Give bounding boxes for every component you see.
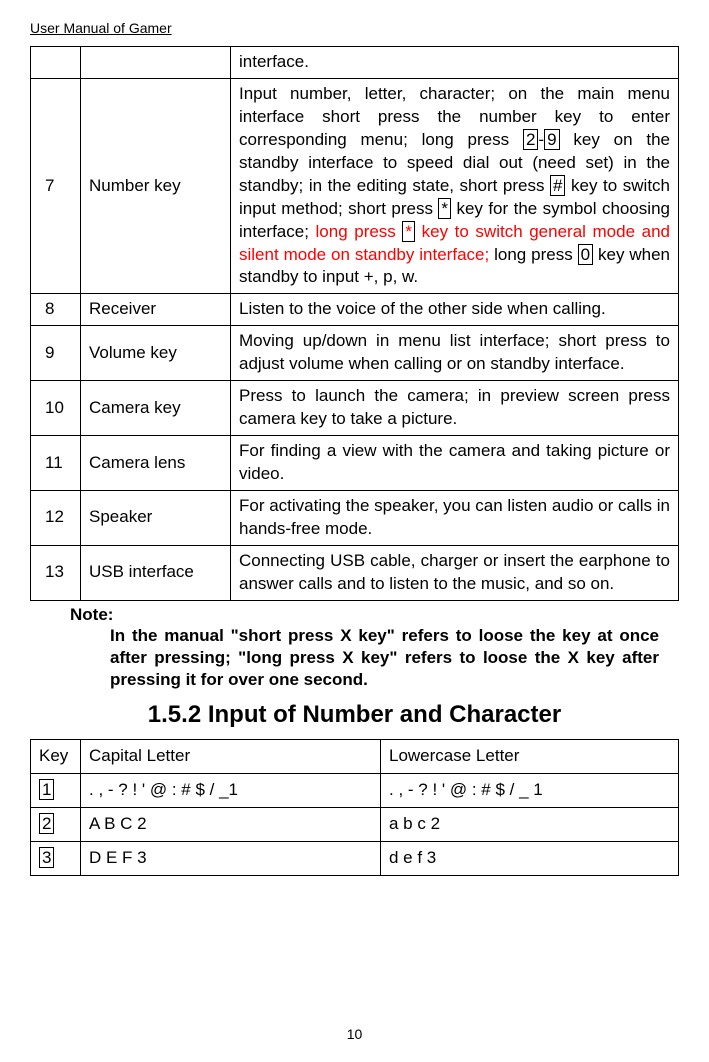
- note-label: Note:: [70, 605, 659, 625]
- section-heading: 1.5.2 Input of Number and Character: [30, 701, 679, 729]
- header-lowercase: Lowercase Letter: [381, 739, 679, 773]
- cell-capital: A B C 2: [81, 807, 381, 841]
- cell-num: 12: [31, 490, 81, 545]
- cell-name: [81, 47, 231, 79]
- cell-lowercase: d e f 3: [381, 841, 679, 875]
- boxed-key: #: [550, 175, 565, 196]
- cell-desc: Connecting USB cable, charger or insert …: [231, 545, 679, 600]
- cell-key: 2: [31, 807, 81, 841]
- cell-num: 8: [31, 294, 81, 326]
- boxed-key: *: [438, 198, 451, 219]
- red-text: long press: [316, 222, 403, 241]
- cell-desc: Listen to the voice of the other side wh…: [231, 294, 679, 326]
- cell-name: USB interface: [81, 545, 231, 600]
- boxed-key: 2: [39, 813, 54, 834]
- cell-num: 13: [31, 545, 81, 600]
- table-row: 10 Camera key Press to launch the camera…: [31, 381, 679, 436]
- header-capital: Capital Letter: [81, 739, 381, 773]
- document-header: User Manual of Gamer: [30, 20, 679, 38]
- cell-desc: Input number, letter, character; on the …: [231, 78, 679, 293]
- cell-desc: Press to launch the camera; in preview s…: [231, 381, 679, 436]
- cell-name: Speaker: [81, 490, 231, 545]
- cell-num: 7: [31, 78, 81, 293]
- table-row: 7 Number key Input number, letter, chara…: [31, 78, 679, 293]
- cell-num: 10: [31, 381, 81, 436]
- table-row: 8 Receiver Listen to the voice of the ot…: [31, 294, 679, 326]
- key-description-table: interface. 7 Number key Input number, le…: [30, 46, 679, 601]
- cell-name: Receiver: [81, 294, 231, 326]
- cell-key: 1: [31, 773, 81, 807]
- cell-name: Camera key: [81, 381, 231, 436]
- table-row: 9 Volume key Moving up/down in menu list…: [31, 326, 679, 381]
- cell-key: 3: [31, 841, 81, 875]
- table-row: 11 Camera lens For finding a view with t…: [31, 436, 679, 491]
- note-text: In the manual "short press X key" refers…: [70, 625, 659, 691]
- cell-name: Camera lens: [81, 436, 231, 491]
- table-row: 12 Speaker For activating the speaker, y…: [31, 490, 679, 545]
- cell-capital: . , - ? ! ' @ : # $ / _1: [81, 773, 381, 807]
- page-number: 10: [0, 1026, 709, 1042]
- cell-desc: interface.: [231, 47, 679, 79]
- cell-lowercase: . , - ? ! ' @ : # $ / _ 1: [381, 773, 679, 807]
- boxed-key: 9: [544, 129, 559, 150]
- table-row: interface.: [31, 47, 679, 79]
- cell-name: Number key: [81, 78, 231, 293]
- cell-desc: Moving up/down in menu list interface; s…: [231, 326, 679, 381]
- cell-desc: For finding a view with the camera and t…: [231, 436, 679, 491]
- header-key: Key: [31, 739, 81, 773]
- cell-capital: D E F 3: [81, 841, 381, 875]
- cell-num: 9: [31, 326, 81, 381]
- cell-desc: For activating the speaker, you can list…: [231, 490, 679, 545]
- boxed-key-red: *: [402, 221, 415, 242]
- boxed-key: 0: [578, 244, 593, 265]
- boxed-key: 3: [39, 847, 54, 868]
- cell-num: [31, 47, 81, 79]
- table-row: 2 A B C 2 a b c 2: [31, 807, 679, 841]
- input-character-table: Key Capital Letter Lowercase Letter 1 . …: [30, 739, 679, 876]
- text: long press: [489, 245, 577, 264]
- cell-num: 11: [31, 436, 81, 491]
- cell-lowercase: a b c 2: [381, 807, 679, 841]
- table-row: 13 USB interface Connecting USB cable, c…: [31, 545, 679, 600]
- table-row: 1 . , - ? ! ' @ : # $ / _1 . , - ? ! ' @…: [31, 773, 679, 807]
- table-row: 3 D E F 3 d e f 3: [31, 841, 679, 875]
- boxed-key: 1: [39, 779, 54, 800]
- cell-name: Volume key: [81, 326, 231, 381]
- table-header-row: Key Capital Letter Lowercase Letter: [31, 739, 679, 773]
- boxed-key: 2: [523, 129, 538, 150]
- note-section: Note: In the manual "short press X key" …: [30, 605, 679, 691]
